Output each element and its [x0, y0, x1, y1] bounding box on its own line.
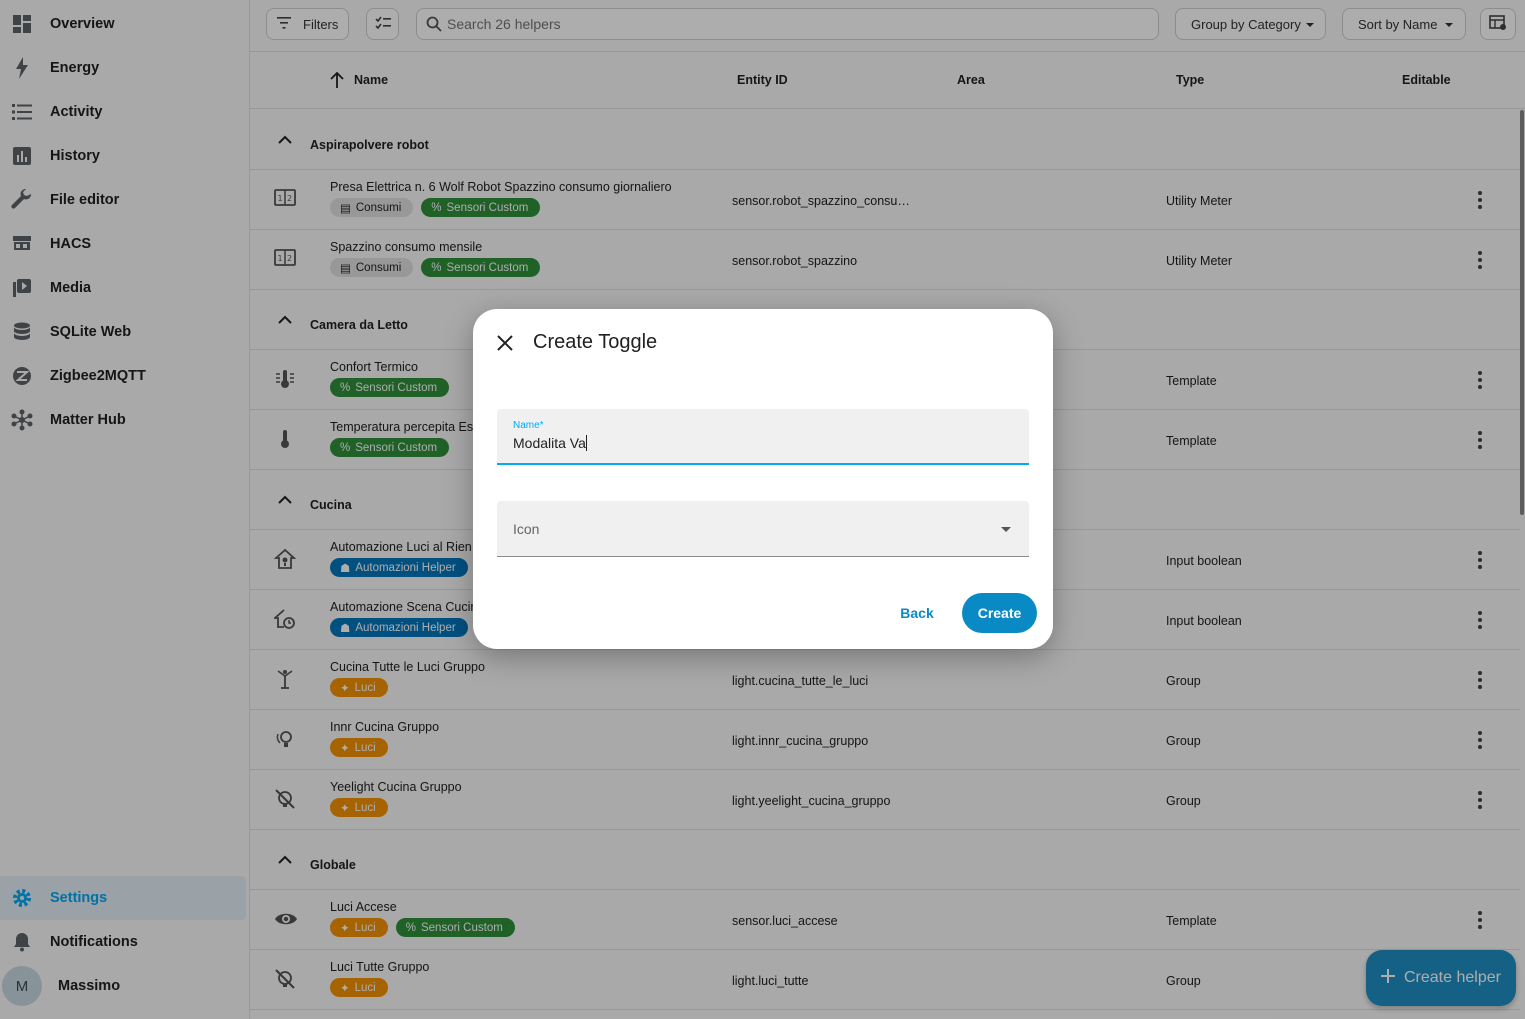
name-field[interactable]: Name* Modalita Va [497, 409, 1029, 465]
text-caret [585, 435, 587, 451]
create-button[interactable]: Create [962, 593, 1037, 633]
dropdown-arrow-icon[interactable] [1001, 527, 1011, 532]
name-field-label: Name* [513, 420, 544, 431]
close-icon[interactable] [493, 331, 517, 355]
dialog-title: Create Toggle [533, 331, 658, 353]
icon-picker[interactable]: Icon [497, 501, 1029, 557]
create-toggle-dialog: Create Toggle Name* Modalita Va Icon Bac… [473, 309, 1053, 649]
back-button[interactable]: Back [888, 593, 946, 633]
icon-field-label: Icon [513, 521, 540, 537]
name-input[interactable]: Modalita Va [513, 435, 587, 451]
